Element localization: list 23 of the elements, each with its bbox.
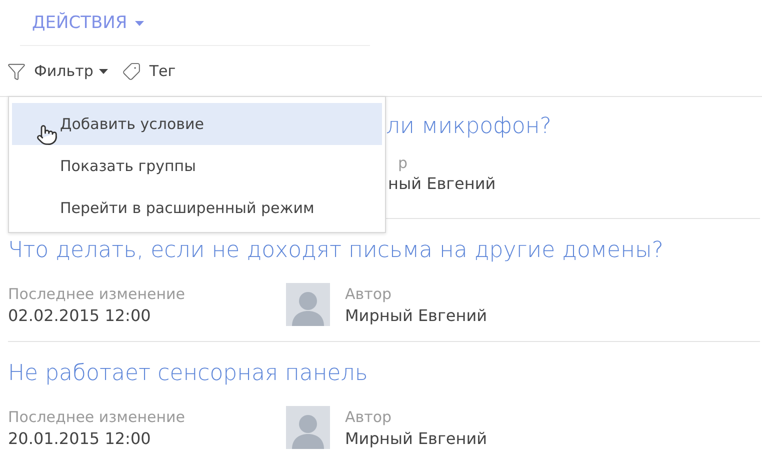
author-label: Автор: [345, 407, 393, 428]
caret-icon: [99, 68, 108, 74]
tag-button[interactable]: Тег: [149, 60, 176, 82]
avatar-placeholder: [286, 283, 330, 326]
modified-date: 20.01.2015 12:00: [8, 428, 152, 450]
modified-label: Последнее изменение: [8, 284, 186, 305]
modified-label: Последнее изменение: [8, 407, 186, 428]
modified-date: 02.02.2015 12:00: [8, 305, 152, 327]
author-name: Мирный Евгений: [345, 428, 487, 450]
author-name: Мирный Евгений: [345, 305, 487, 327]
tag-icon[interactable]: [122, 62, 142, 80]
caret-icon: [135, 21, 144, 26]
author-label: р: [398, 153, 408, 173]
filter-icon[interactable]: [7, 62, 26, 80]
author-name: ный Евгений: [388, 173, 496, 195]
article-title-link[interactable]: ли микрофон?: [386, 113, 552, 141]
article-title-link[interactable]: Что делать, если не доходят письма на другие домены?: [8, 237, 760, 265]
hand-cursor-icon: [36, 124, 58, 146]
author-label: Автор: [345, 284, 393, 305]
menu-item[interactable]: Добавить условие: [12, 103, 382, 145]
filter-dropdown[interactable]: Фильтр: [34, 60, 108, 82]
avatar-placeholder: [286, 406, 330, 449]
article-title-link[interactable]: Не работает сенсорная панель: [8, 360, 760, 388]
